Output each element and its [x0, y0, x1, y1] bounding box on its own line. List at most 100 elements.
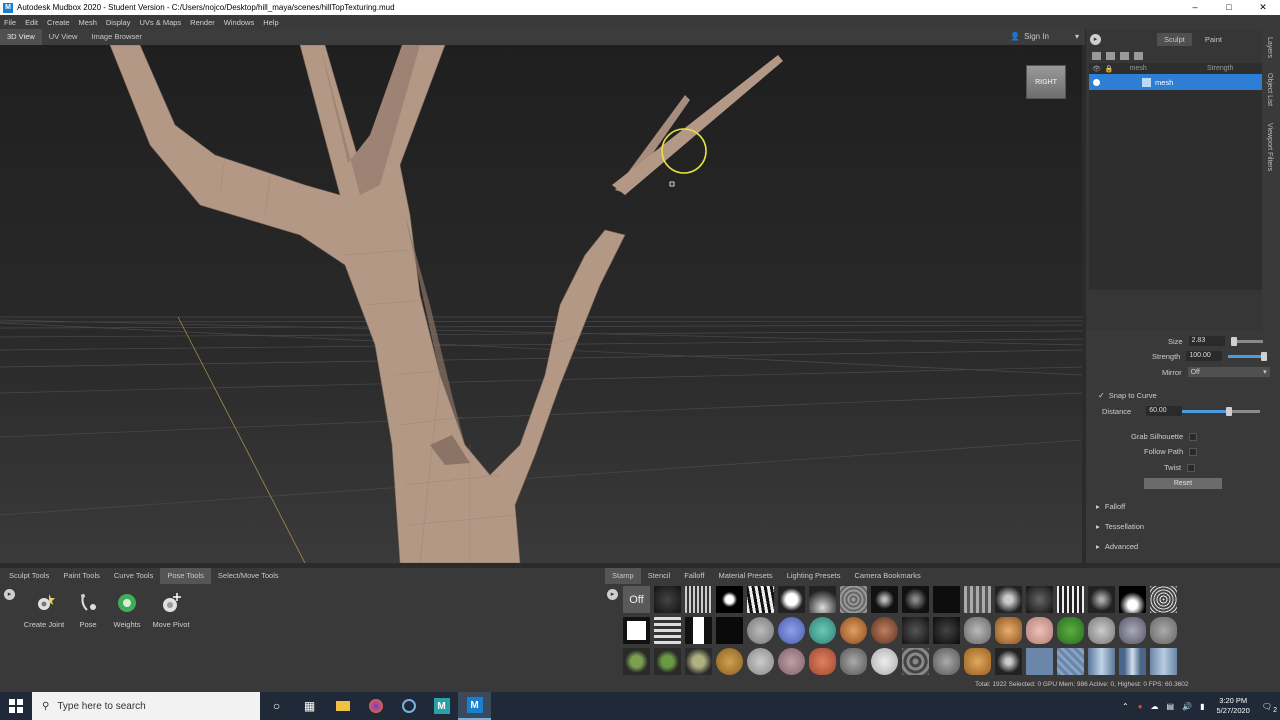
stamp-arrow-icon[interactable]: ▸ [607, 589, 618, 600]
stamp-item[interactable] [995, 648, 1022, 675]
viewcube[interactable]: RIGHT [1026, 65, 1066, 99]
stamp-item[interactable] [747, 617, 774, 644]
follow-path-checkbox[interactable] [1189, 447, 1198, 456]
stamp-item[interactable] [1026, 617, 1053, 644]
sign-in-button[interactable]: 👤 Sign In ▾ [1010, 29, 1079, 45]
stamp-item[interactable] [654, 648, 681, 675]
twist-checkbox[interactable] [1187, 463, 1196, 472]
taskbar-search[interactable]: ⚲ Type here to search [32, 692, 260, 720]
stamp-item[interactable] [716, 586, 743, 613]
stamp-item[interactable] [933, 648, 960, 675]
tab-uv-view[interactable]: UV View [42, 29, 85, 45]
tab-stamp[interactable]: Stamp [605, 568, 641, 584]
stamp-item[interactable] [1150, 648, 1177, 675]
stamp-item[interactable] [995, 617, 1022, 644]
stamp-item[interactable] [1057, 586, 1084, 613]
tab-pose-tools[interactable]: Pose Tools [160, 568, 211, 584]
close-icon[interactable]: ✕ [1246, 0, 1280, 15]
size-slider-knob[interactable] [1230, 336, 1237, 346]
stamp-item[interactable] [840, 586, 867, 613]
menu-render[interactable]: Render [190, 18, 215, 27]
stamp-item[interactable] [747, 648, 774, 675]
stamp-item[interactable] [1088, 617, 1115, 644]
tab-sculpt[interactable]: Sculpt [1157, 32, 1192, 46]
layer-options-icon[interactable] [1134, 52, 1143, 60]
network-icon[interactable]: ▤ [1167, 702, 1175, 711]
tab-curve-tools[interactable]: Curve Tools [107, 568, 160, 584]
stamp-item[interactable] [840, 617, 867, 644]
strength-slider[interactable] [1228, 351, 1268, 361]
tray-arrow-left-icon[interactable]: ▸ [4, 589, 15, 600]
stamp-item[interactable] [1088, 586, 1115, 613]
minimize-icon[interactable]: – [1178, 0, 1212, 15]
stamp-item[interactable] [716, 648, 743, 675]
size-slider[interactable] [1230, 336, 1263, 346]
stamp-item[interactable] [623, 617, 650, 644]
stamp-item[interactable] [623, 648, 650, 675]
distance-slider[interactable] [1182, 406, 1261, 416]
side-tab-layers[interactable]: Layers [1266, 37, 1273, 58]
menu-mesh[interactable]: Mesh [79, 18, 97, 27]
stamp-item[interactable] [1119, 617, 1146, 644]
tab-material-presets[interactable]: Material Presets [712, 568, 780, 584]
stamp-item[interactable] [1088, 648, 1115, 675]
stamp-item[interactable] [964, 586, 991, 613]
stamp-item[interactable] [1026, 648, 1053, 675]
size-input[interactable]: 2.83 [1188, 336, 1225, 346]
menu-create[interactable]: Create [47, 18, 70, 27]
stamp-item[interactable] [1150, 586, 1177, 613]
stamp-item[interactable] [964, 617, 991, 644]
stamp-item[interactable] [902, 617, 929, 644]
maximize-icon[interactable]: □ [1212, 0, 1246, 15]
visibility-dot-icon[interactable] [1093, 78, 1100, 86]
distance-input[interactable]: 60.00 [1146, 406, 1183, 416]
folder-icon[interactable] [1106, 52, 1115, 60]
grab-silhouette-checkbox[interactable] [1189, 432, 1198, 441]
section-tessellation[interactable]: ▸ Tessellation [1096, 522, 1144, 531]
battery-icon[interactable]: ▮ [1200, 702, 1204, 711]
stamp-item[interactable] [1119, 586, 1146, 613]
strength-input[interactable]: 100.00 [1186, 351, 1223, 361]
stamp-off[interactable]: Off [623, 586, 650, 613]
firefox-icon[interactable] [359, 692, 392, 720]
stamp-item[interactable] [1026, 586, 1053, 613]
cortana-icon[interactable]: ○ [260, 692, 293, 720]
mudbox-icon[interactable]: M [458, 692, 491, 720]
strength-slider-knob[interactable] [1261, 351, 1268, 361]
stamp-item[interactable] [995, 586, 1022, 613]
layers-icon[interactable] [1092, 52, 1101, 60]
weights-tool[interactable]: Weights [102, 592, 152, 629]
side-tab-viewport-filters[interactable]: Viewport Filters [1266, 123, 1273, 171]
stamp-item[interactable] [685, 617, 712, 644]
clock[interactable]: 3:20 PM 5/27/2020 [1216, 696, 1249, 716]
collapse-arrow-icon[interactable]: ▸ [1090, 33, 1101, 45]
stamp-item[interactable] [778, 617, 805, 644]
tab-paint[interactable]: Paint [1198, 33, 1229, 46]
notification-icon[interactable]: 🗨 2 [1262, 702, 1277, 714]
tab-3d-view[interactable]: 3D View [0, 29, 42, 45]
reset-button[interactable]: Reset [1144, 478, 1222, 489]
stamp-item[interactable] [840, 648, 867, 675]
stamp-item[interactable] [933, 617, 960, 644]
file-explorer-icon[interactable] [326, 692, 359, 720]
app-icon[interactable] [392, 692, 425, 720]
section-falloff[interactable]: ▸ Falloff [1096, 502, 1125, 511]
menu-edit[interactable]: Edit [25, 18, 38, 27]
stamp-item[interactable] [1057, 617, 1084, 644]
tab-sculpt-tools[interactable]: Sculpt Tools [2, 568, 56, 584]
stamp-item[interactable] [933, 586, 960, 613]
stamp-item[interactable] [809, 586, 836, 613]
delete-layer-icon[interactable] [1120, 52, 1129, 60]
stamp-item[interactable] [871, 648, 898, 675]
tree-mesh[interactable] [109, 45, 783, 563]
stamp-item[interactable] [747, 586, 774, 613]
antivirus-icon[interactable]: ● [1138, 702, 1143, 711]
scene-canvas[interactable] [0, 45, 1082, 563]
tab-select-move-tools[interactable]: Select/Move Tools [211, 568, 286, 584]
stamp-item[interactable] [716, 617, 743, 644]
stamp-item[interactable] [809, 617, 836, 644]
menu-help[interactable]: Help [263, 18, 278, 27]
tab-image-browser[interactable]: Image Browser [84, 29, 148, 45]
maya-icon[interactable]: M [425, 692, 458, 720]
tab-camera-bookmarks[interactable]: Camera Bookmarks [847, 568, 927, 584]
